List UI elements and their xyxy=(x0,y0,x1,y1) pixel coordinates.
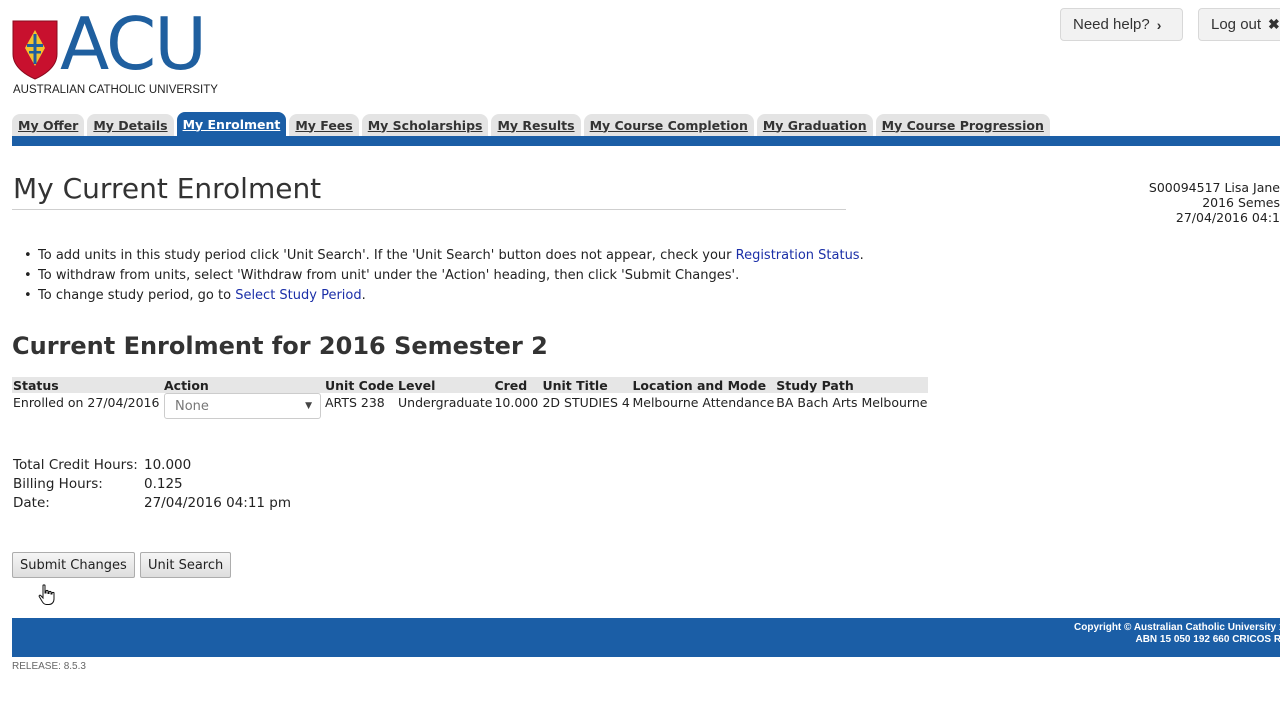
logout-button[interactable]: Log out ✖ xyxy=(1198,8,1280,41)
table-row: Enrolled on 27/04/2016 None ▼ ARTS 238 U… xyxy=(12,393,928,419)
registration-status-link[interactable]: Registration Status xyxy=(736,248,860,263)
level-cell: Undergraduate xyxy=(398,395,493,410)
unit-search-button[interactable]: Unit Search xyxy=(140,552,232,578)
study-path-cell: BA Bach Arts Melbourne xyxy=(776,395,928,410)
instruction-punct: . xyxy=(859,248,864,263)
action-select[interactable]: None ▼ xyxy=(164,393,321,419)
logo-subtitle: AUSTRALIAN CATHOLIC UNIVERSITY xyxy=(13,84,218,96)
chevron-right-icon: › xyxy=(1156,16,1162,33)
main-nav-tabs: My Offer My Details My Enrolment My Fees… xyxy=(12,112,1053,136)
enrolment-totals: Total Credit Hours: 10.000 Billing Hours… xyxy=(13,456,291,513)
tab-my-enrolment[interactable]: My Enrolment xyxy=(176,112,287,136)
list-item: To change study period, go to Select Stu… xyxy=(24,288,864,308)
total-credit-value: 10.000 xyxy=(144,457,192,473)
location-cell: Melbourne Attendance xyxy=(632,395,775,410)
tab-bar-underline xyxy=(12,136,1280,146)
instruction-text: To change study period, go to xyxy=(38,288,236,303)
logo-wordmark: ACU xyxy=(60,2,207,86)
date-row: Date: 27/04/2016 04:11 pm xyxy=(13,494,291,513)
abn-cricos-text: ABN 15 050 192 660 CRICOS Reg: 00 xyxy=(1135,634,1280,645)
list-item: To add units in this study period click … xyxy=(24,248,864,268)
column-header-action: Action xyxy=(163,377,324,393)
select-study-period-link[interactable]: Select Study Period xyxy=(235,288,361,303)
column-header-status: Status xyxy=(12,377,163,393)
table-header-row: Status Action Unit Code Level Cred Unit … xyxy=(12,377,929,393)
date-label: Date: xyxy=(13,495,50,511)
column-header-study-path: Study Path xyxy=(775,377,929,393)
page-title: My Current Enrolment xyxy=(13,172,322,205)
instruction-text: To add units in this study period click … xyxy=(38,248,736,263)
release-version: RELEASE: 8.5.3 xyxy=(12,661,86,672)
need-help-button[interactable]: Need help? › xyxy=(1060,8,1183,41)
tab-my-fees[interactable]: My Fees xyxy=(289,114,359,136)
tab-my-results[interactable]: My Results xyxy=(491,114,581,136)
column-header-level: Level xyxy=(397,377,494,393)
instruction-text: To withdraw from units, select 'Withdraw… xyxy=(38,268,740,283)
column-header-cred: Cred xyxy=(493,377,542,393)
university-crest-icon xyxy=(12,20,58,80)
tab-my-course-progression[interactable]: My Course Progression xyxy=(875,114,1050,136)
title-divider xyxy=(12,209,846,210)
instructions-list: To add units in this study period click … xyxy=(24,248,864,308)
copyright-text: Copyright © Australian Catholic Universi… xyxy=(1074,622,1280,633)
tab-my-scholarships[interactable]: My Scholarships xyxy=(361,114,489,136)
total-credit-row: Total Credit Hours: 10.000 xyxy=(13,456,291,475)
billing-hours-value: 0.125 xyxy=(144,476,183,492)
date-value: 27/04/2016 04:11 pm xyxy=(144,495,292,511)
need-help-label: Need help? xyxy=(1073,16,1150,33)
acu-logo: ACU AUSTRALIAN CATHOLIC UNIVERSITY xyxy=(12,8,227,98)
action-cell: None ▼ xyxy=(163,393,324,419)
study-period: 2016 Semes xyxy=(1202,195,1280,210)
submit-changes-button[interactable]: Submit Changes xyxy=(12,552,135,578)
action-select-value: None xyxy=(175,398,209,414)
footer-text: Copyright © Australian Catholic Universi… xyxy=(1074,622,1280,646)
unit-title-cell: 2D STUDIES 4 xyxy=(542,395,630,410)
list-item: To withdraw from units, select 'Withdraw… xyxy=(24,268,864,288)
student-id-name: S00094517 Lisa Jane xyxy=(1148,180,1280,195)
chevron-down-icon: ▼ xyxy=(305,401,312,411)
unit-code-cell: ARTS 238 xyxy=(325,395,385,410)
billing-hours-row: Billing Hours: 0.125 xyxy=(13,475,291,494)
enrolment-table: Status Action Unit Code Level Cred Unit … xyxy=(12,377,929,419)
user-info: S00094517 Lisa Jane 2016 Semes 27/04/201… xyxy=(1100,180,1280,225)
tab-my-graduation[interactable]: My Graduation xyxy=(756,114,873,136)
close-icon: ✖ xyxy=(1268,16,1280,32)
billing-hours-label: Billing Hours: xyxy=(13,476,103,492)
page-footer: Copyright © Australian Catholic Universi… xyxy=(12,618,1280,657)
column-header-location-mode: Location and Mode xyxy=(631,377,776,393)
status-cell: Enrolled on 27/04/2016 xyxy=(13,395,160,410)
column-header-unit-title: Unit Title xyxy=(541,377,632,393)
column-header-unit-code: Unit Code xyxy=(324,377,397,393)
tab-my-offer[interactable]: My Offer xyxy=(12,114,85,136)
instruction-punct: . xyxy=(361,288,366,303)
session-timestamp: 27/04/2016 04:1 xyxy=(1175,210,1280,225)
cred-cell: 10.000 xyxy=(494,395,539,410)
total-credit-label: Total Credit Hours: xyxy=(13,457,138,473)
logout-label: Log out xyxy=(1211,16,1262,33)
enrolment-section-title: Current Enrolment for 2016 Semester 2 xyxy=(12,332,548,360)
tab-my-course-completion[interactable]: My Course Completion xyxy=(583,114,754,136)
hand-cursor-icon xyxy=(38,584,55,605)
tab-my-details[interactable]: My Details xyxy=(87,114,174,136)
